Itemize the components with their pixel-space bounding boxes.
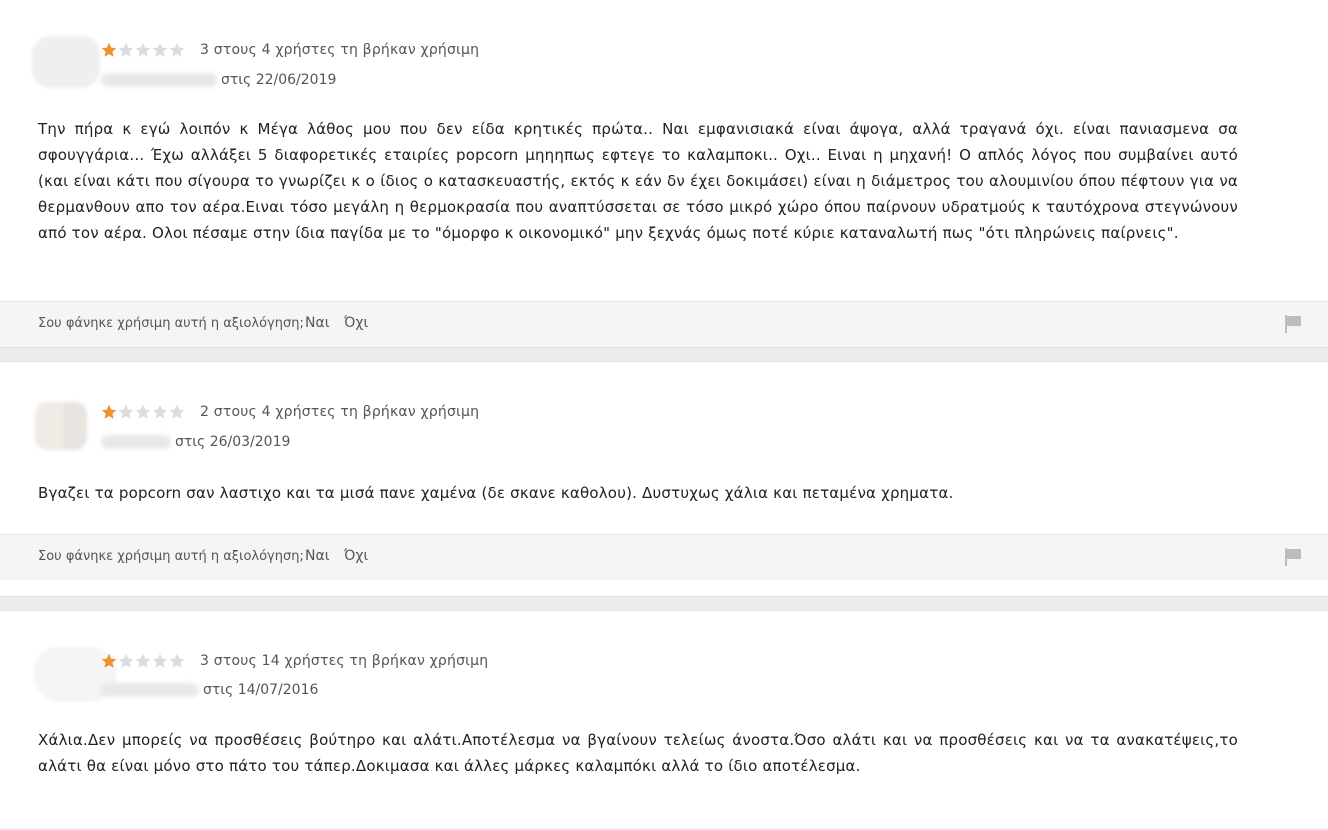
star-empty-icon xyxy=(152,42,168,57)
helpful-count: 3 στους 4 χρήστες τη βρήκαν χρήσιμη xyxy=(200,42,480,58)
review-body: Χάλια.Δεν μπορείς να προσθέσεις βούτηρο … xyxy=(38,731,1238,775)
star-empty-icon xyxy=(118,42,134,57)
star-empty-icon xyxy=(169,653,185,668)
avatar xyxy=(35,402,87,450)
helpful-question: Σου φάνηκε χρήσιμη αυτή η αξιολόγηση; xyxy=(38,549,304,564)
star-empty-icon xyxy=(169,404,185,419)
report-flag-icon[interactable] xyxy=(1284,314,1302,334)
helpful-yes-button[interactable]: Ναι xyxy=(305,315,329,331)
star-rating xyxy=(101,653,185,669)
author-name-redacted xyxy=(101,73,217,87)
star-filled-icon xyxy=(101,42,117,57)
review-card: 3 στους 4 χρήστες τη βρήκαν χρήσιμη στις… xyxy=(0,0,1328,347)
star-empty-icon xyxy=(135,42,151,57)
avatar xyxy=(32,36,100,88)
star-empty-icon xyxy=(118,653,134,668)
author-date-line: στις 26/03/2019 xyxy=(101,433,290,451)
review-date: στις 22/06/2019 xyxy=(221,72,337,88)
review-card: 3 στους 14 χρήστες τη βρήκαν χρήσιμη στι… xyxy=(0,611,1328,828)
review-card: 2 στους 4 χρήστες τη βρήκαν χρήσιμη στις… xyxy=(0,362,1328,596)
review-separator xyxy=(0,596,1328,611)
star-empty-icon xyxy=(169,42,185,57)
author-name-redacted xyxy=(101,435,171,449)
report-flag-icon[interactable] xyxy=(1284,547,1302,567)
helpful-no-button[interactable]: Όχι xyxy=(344,548,368,564)
star-rating xyxy=(101,42,185,58)
author-name-redacted xyxy=(101,683,199,697)
review-date: στις 14/07/2016 xyxy=(203,682,319,698)
review-body: Βγαζει τα popcorn σαν λαστιχο και τα μισ… xyxy=(38,484,954,502)
author-date-line: στις 14/07/2016 xyxy=(101,681,318,699)
review-body: Την πήρα κ εγώ λοιπόν κ Μέγα λάθος μου π… xyxy=(38,120,1238,242)
review-footer: Σου φάνηκε χρήσιμη αυτή η αξιολόγηση; Να… xyxy=(0,534,1328,580)
star-empty-icon xyxy=(152,653,168,668)
helpful-count: 2 στους 4 χρήστες τη βρήκαν χρήσιμη xyxy=(200,404,480,420)
star-filled-icon xyxy=(101,404,117,419)
helpful-count: 3 στους 14 χρήστες τη βρήκαν χρήσιμη xyxy=(200,653,489,669)
star-empty-icon xyxy=(135,653,151,668)
helpful-yes-button[interactable]: Ναι xyxy=(305,548,329,564)
author-date-line: στις 22/06/2019 xyxy=(101,71,336,89)
helpful-question: Σου φάνηκε χρήσιμη αυτή η αξιολόγηση; xyxy=(38,316,304,331)
star-rating xyxy=(101,404,185,420)
star-filled-icon xyxy=(101,653,117,668)
review-footer: Σου φάνηκε χρήσιμη αυτή η αξιολόγηση; Να… xyxy=(0,301,1328,347)
star-empty-icon xyxy=(118,404,134,419)
star-empty-icon xyxy=(135,404,151,419)
review-date: στις 26/03/2019 xyxy=(175,434,291,450)
star-empty-icon xyxy=(152,404,168,419)
helpful-no-button[interactable]: Όχι xyxy=(344,315,368,331)
review-separator xyxy=(0,347,1328,362)
